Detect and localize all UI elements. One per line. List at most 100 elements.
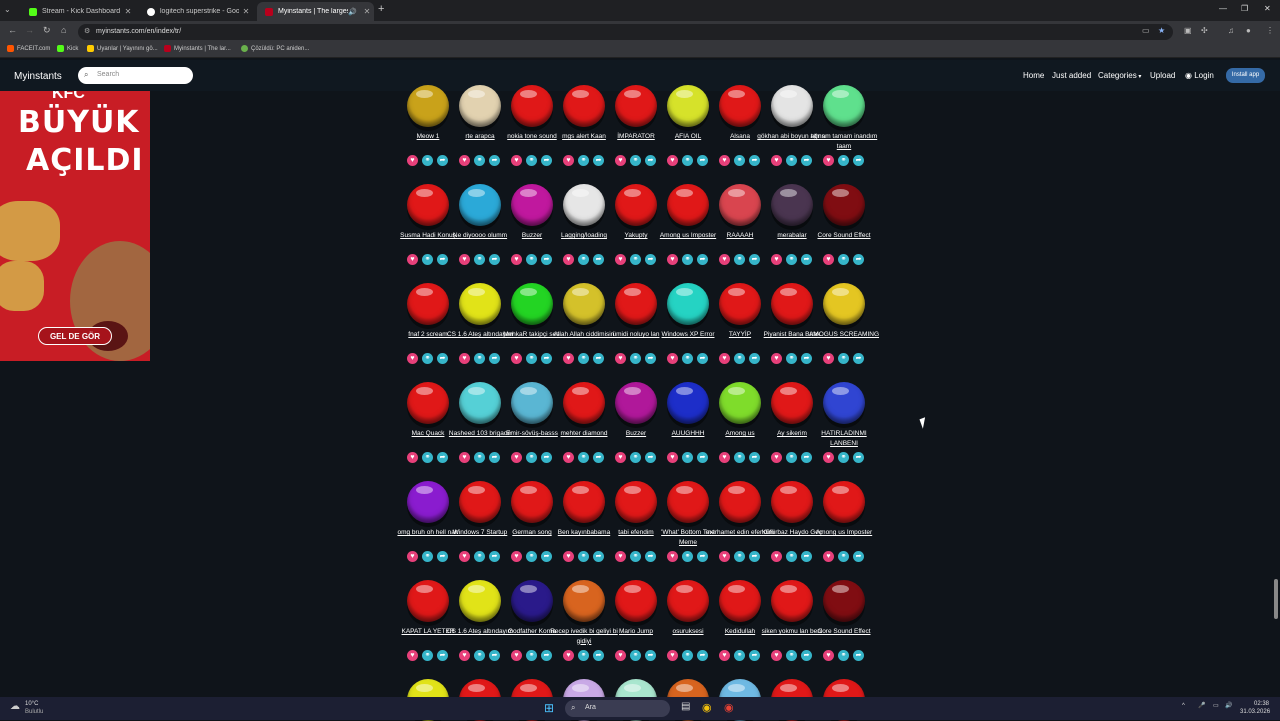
copy-link-icon[interactable]: ⚭ bbox=[682, 353, 693, 364]
favorite-heart-icon[interactable]: ♥ bbox=[459, 452, 470, 463]
chrome-profile-icon[interactable]: ◉ bbox=[724, 701, 734, 714]
favorite-heart-icon[interactable]: ♥ bbox=[823, 155, 834, 166]
share-icon[interactable]: ➦ bbox=[697, 650, 708, 661]
share-icon[interactable]: ➦ bbox=[697, 254, 708, 265]
share-icon[interactable]: ➦ bbox=[593, 254, 604, 265]
copy-link-icon[interactable]: ⚭ bbox=[786, 452, 797, 463]
instant-label[interactable]: HATIRLADINMI LANBENI bbox=[808, 429, 880, 448]
tab-search-icon[interactable]: ⌄ bbox=[4, 5, 11, 14]
bookmark-kick[interactable]: Kick bbox=[57, 45, 78, 52]
favorite-heart-icon[interactable]: ♥ bbox=[563, 254, 574, 265]
share-icon[interactable]: ➦ bbox=[801, 353, 812, 364]
extension-icon[interactable]: ▣ bbox=[1184, 26, 1192, 35]
favorite-heart-icon[interactable]: ♥ bbox=[719, 353, 730, 364]
install-page-icon[interactable]: ▭ bbox=[1142, 26, 1150, 35]
nav-categories[interactable]: Categories ▾ bbox=[1098, 71, 1141, 80]
windows-start-icon[interactable]: ⊞ bbox=[544, 701, 554, 715]
favorite-heart-icon[interactable]: ♥ bbox=[511, 155, 522, 166]
play-sound-button[interactable] bbox=[459, 382, 501, 424]
share-icon[interactable]: ➦ bbox=[645, 650, 656, 661]
minimize-icon[interactable]: — bbox=[1219, 4, 1227, 13]
share-icon[interactable]: ➦ bbox=[489, 650, 500, 661]
chrome-icon[interactable]: ◉ bbox=[702, 701, 712, 714]
copy-link-icon[interactable]: ⚭ bbox=[474, 353, 485, 364]
copy-link-icon[interactable]: ⚭ bbox=[786, 155, 797, 166]
share-icon[interactable]: ➦ bbox=[853, 353, 864, 364]
play-sound-button[interactable] bbox=[563, 283, 605, 325]
bookmark-uyarilar[interactable]: Uyarılar | Yayınını gö... bbox=[87, 45, 158, 52]
play-sound-button[interactable] bbox=[667, 382, 709, 424]
copy-link-icon[interactable]: ⚭ bbox=[734, 650, 745, 661]
copy-link-icon[interactable]: ⚭ bbox=[838, 353, 849, 364]
play-sound-button[interactable] bbox=[823, 382, 865, 424]
play-sound-button[interactable] bbox=[615, 481, 657, 523]
copy-link-icon[interactable]: ⚭ bbox=[526, 650, 537, 661]
play-sound-button[interactable] bbox=[823, 184, 865, 226]
play-sound-button[interactable] bbox=[563, 85, 605, 127]
favorite-heart-icon[interactable]: ♥ bbox=[563, 650, 574, 661]
favorite-heart-icon[interactable]: ♥ bbox=[511, 452, 522, 463]
scrollbar[interactable] bbox=[1273, 91, 1279, 697]
favorite-heart-icon[interactable]: ♥ bbox=[771, 551, 782, 562]
play-sound-button[interactable] bbox=[511, 85, 553, 127]
copy-link-icon[interactable]: ⚭ bbox=[734, 353, 745, 364]
favorite-heart-icon[interactable]: ♥ bbox=[563, 452, 574, 463]
play-sound-button[interactable] bbox=[407, 580, 449, 622]
favorite-heart-icon[interactable]: ♥ bbox=[823, 353, 834, 364]
close-tab-icon[interactable]: ✕ bbox=[239, 7, 253, 16]
instant-label[interactable]: AMOGUS SCREAMING bbox=[808, 330, 880, 340]
play-sound-button[interactable] bbox=[407, 481, 449, 523]
favorite-heart-icon[interactable]: ♥ bbox=[407, 650, 418, 661]
play-sound-button[interactable] bbox=[615, 85, 657, 127]
window-close-icon[interactable]: ✕ bbox=[1264, 4, 1271, 13]
favorite-heart-icon[interactable]: ♥ bbox=[615, 254, 626, 265]
share-icon[interactable]: ➦ bbox=[541, 353, 552, 364]
play-sound-button[interactable] bbox=[459, 184, 501, 226]
share-icon[interactable]: ➦ bbox=[645, 155, 656, 166]
copy-link-icon[interactable]: ⚭ bbox=[838, 452, 849, 463]
favorite-heart-icon[interactable]: ♥ bbox=[667, 551, 678, 562]
favorite-heart-icon[interactable]: ♥ bbox=[667, 254, 678, 265]
scrollbar-thumb[interactable] bbox=[1274, 579, 1278, 619]
favorite-heart-icon[interactable]: ♥ bbox=[459, 353, 470, 364]
favorite-heart-icon[interactable]: ♥ bbox=[615, 452, 626, 463]
share-icon[interactable]: ➦ bbox=[541, 650, 552, 661]
favorite-heart-icon[interactable]: ♥ bbox=[407, 353, 418, 364]
copy-link-icon[interactable]: ⚭ bbox=[474, 650, 485, 661]
favorite-heart-icon[interactable]: ♥ bbox=[719, 551, 730, 562]
share-icon[interactable]: ➦ bbox=[645, 452, 656, 463]
favorite-heart-icon[interactable]: ♥ bbox=[459, 155, 470, 166]
share-icon[interactable]: ➦ bbox=[853, 155, 864, 166]
extensions-puzzle-icon[interactable]: ✣ bbox=[1201, 26, 1208, 35]
favorite-heart-icon[interactable]: ♥ bbox=[771, 155, 782, 166]
media-control-icon[interactable]: ♫ bbox=[1228, 26, 1234, 35]
browser-menu-icon[interactable]: ⋮ bbox=[1266, 26, 1274, 35]
favorite-heart-icon[interactable]: ♥ bbox=[771, 353, 782, 364]
favorite-heart-icon[interactable]: ♥ bbox=[407, 254, 418, 265]
favorite-heart-icon[interactable]: ♥ bbox=[511, 254, 522, 265]
play-sound-button[interactable] bbox=[667, 85, 709, 127]
close-tab-icon[interactable]: ✕ bbox=[360, 7, 374, 16]
play-sound-button[interactable] bbox=[667, 184, 709, 226]
play-sound-button[interactable] bbox=[511, 580, 553, 622]
play-sound-button[interactable] bbox=[407, 85, 449, 127]
copy-link-icon[interactable]: ⚭ bbox=[474, 551, 485, 562]
weather-temp[interactable]: 10°C bbox=[25, 701, 38, 707]
favorite-heart-icon[interactable]: ♥ bbox=[563, 353, 574, 364]
copy-link-icon[interactable]: ⚭ bbox=[630, 452, 641, 463]
play-sound-button[interactable] bbox=[459, 85, 501, 127]
share-icon[interactable]: ➦ bbox=[645, 353, 656, 364]
copy-link-icon[interactable]: ⚭ bbox=[474, 452, 485, 463]
play-sound-button[interactable] bbox=[771, 481, 813, 523]
play-sound-button[interactable] bbox=[407, 184, 449, 226]
install-app-button[interactable]: Install app bbox=[1226, 68, 1265, 83]
favorite-heart-icon[interactable]: ♥ bbox=[719, 254, 730, 265]
copy-link-icon[interactable]: ⚭ bbox=[734, 254, 745, 265]
play-sound-button[interactable] bbox=[511, 382, 553, 424]
favorite-heart-icon[interactable]: ♥ bbox=[667, 155, 678, 166]
favorite-heart-icon[interactable]: ♥ bbox=[771, 254, 782, 265]
copy-link-icon[interactable]: ⚭ bbox=[578, 254, 589, 265]
tray-chevron-icon[interactable]: ^ bbox=[1182, 703, 1185, 709]
share-icon[interactable]: ➦ bbox=[541, 254, 552, 265]
play-sound-button[interactable] bbox=[771, 184, 813, 226]
